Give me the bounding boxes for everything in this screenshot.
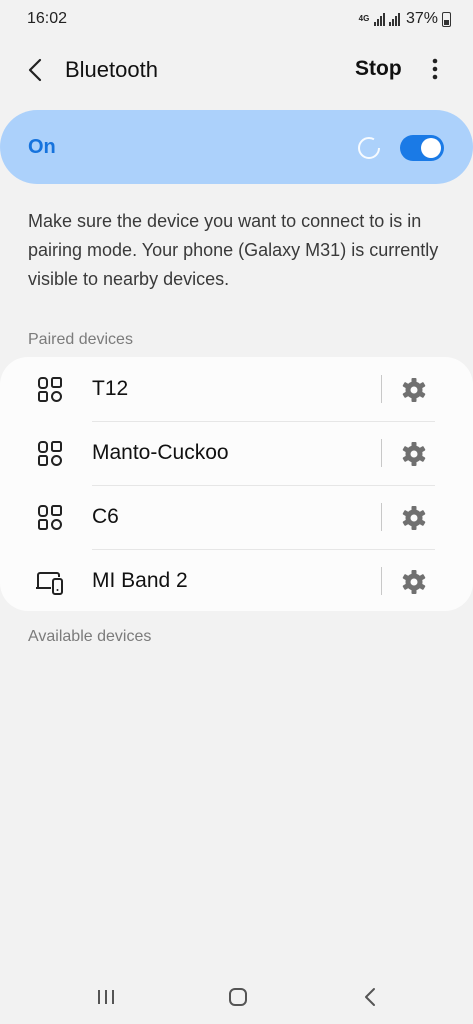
gear-icon bbox=[402, 570, 426, 594]
paired-devices-header: Paired devices bbox=[28, 331, 133, 348]
available-devices-header: Available devices bbox=[28, 628, 152, 645]
bluetooth-switch[interactable] bbox=[400, 135, 444, 161]
back-icon bbox=[365, 988, 375, 1006]
devices-icon bbox=[36, 572, 63, 595]
status-time: 16:02 bbox=[27, 10, 68, 27]
status-icons: 4G 37% bbox=[358, 10, 451, 28]
device-name: T12 bbox=[92, 377, 129, 400]
gear-icon bbox=[402, 442, 426, 466]
row-separator bbox=[381, 503, 382, 531]
battery-percent: 37% bbox=[405, 10, 438, 27]
gear-icon bbox=[402, 506, 426, 530]
device-row-mi-band-2[interactable]: MI Band 2 bbox=[0, 549, 473, 613]
device-name: Manto-Cuckoo bbox=[92, 441, 229, 464]
device-row-t12[interactable]: T12 bbox=[0, 357, 473, 421]
row-separator bbox=[381, 375, 382, 403]
switch-knob bbox=[421, 138, 441, 158]
more-vert-icon bbox=[432, 58, 438, 80]
home-icon bbox=[229, 988, 247, 1006]
earbuds-icon bbox=[38, 377, 62, 402]
nav-back-button[interactable] bbox=[350, 982, 390, 1012]
gear-icon bbox=[402, 378, 426, 402]
device-row-c6[interactable]: C6 bbox=[0, 485, 473, 549]
paired-devices-list: T12 Manto-Cuckoo C6 MI Band 2 bbox=[0, 357, 473, 611]
network-type-label: 4G bbox=[358, 14, 370, 23]
device-settings-button[interactable] bbox=[399, 439, 429, 469]
back-button[interactable] bbox=[18, 52, 54, 88]
row-separator bbox=[381, 439, 382, 467]
signal-icon bbox=[373, 12, 385, 26]
back-icon bbox=[28, 58, 42, 82]
home-button[interactable] bbox=[218, 982, 258, 1012]
battery-icon bbox=[442, 11, 451, 27]
row-separator bbox=[381, 567, 382, 595]
stop-button[interactable]: Stop bbox=[355, 57, 402, 81]
recents-icon bbox=[98, 990, 114, 1004]
earbuds-icon bbox=[38, 441, 62, 466]
toggle-state-label: On bbox=[28, 136, 56, 158]
device-settings-button[interactable] bbox=[399, 567, 429, 597]
pairing-info-text: Make sure the device you want to connect… bbox=[28, 211, 439, 289]
signal-icon-2 bbox=[388, 12, 400, 26]
device-settings-button[interactable] bbox=[399, 503, 429, 533]
device-settings-button[interactable] bbox=[399, 375, 429, 405]
status-bar: 16:02 4G 37% bbox=[0, 0, 473, 38]
earbuds-icon bbox=[38, 505, 62, 530]
recent-apps-button[interactable] bbox=[86, 982, 126, 1012]
page-title: Bluetooth bbox=[65, 57, 158, 82]
more-options-button[interactable] bbox=[420, 52, 450, 88]
device-name: MI Band 2 bbox=[92, 569, 188, 592]
device-row-manto-cuckoo[interactable]: Manto-Cuckoo bbox=[0, 421, 473, 485]
scanning-spinner-icon bbox=[358, 137, 380, 159]
device-name: C6 bbox=[92, 505, 119, 528]
app-bar: Bluetooth Stop bbox=[0, 38, 473, 102]
navigation-bar bbox=[0, 968, 473, 1024]
